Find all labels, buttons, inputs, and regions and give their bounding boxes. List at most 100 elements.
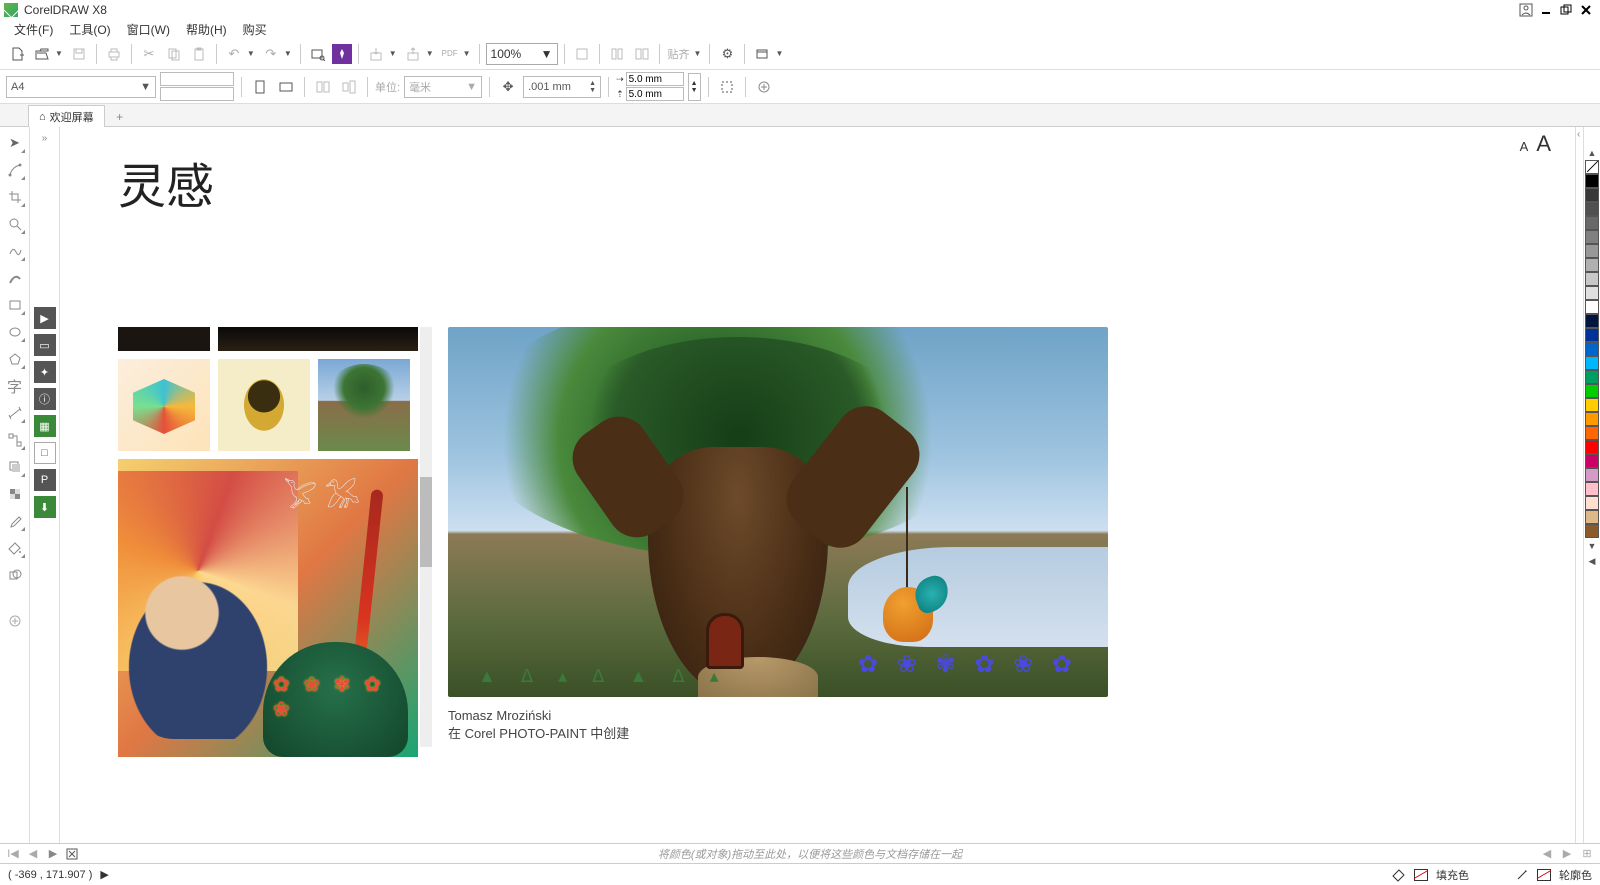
swatch-00b7ff[interactable] [1585, 356, 1599, 370]
swatch-00163f[interactable] [1585, 314, 1599, 328]
portrait-button[interactable] [249, 76, 271, 98]
dockers-button[interactable] [631, 43, 653, 65]
unit-combo[interactable]: 毫米▼ [404, 76, 482, 98]
undo-button[interactable]: ↶ [223, 43, 245, 65]
thumb-3[interactable] [118, 359, 210, 451]
current-page-button[interactable] [338, 76, 360, 98]
swatch-0066cc[interactable] [1585, 342, 1599, 356]
hscroll-right-button[interactable]: ▶ [1560, 847, 1574, 860]
quick-customize-button[interactable] [5, 611, 25, 631]
docker-collapse-handle[interactable] [1575, 127, 1583, 843]
zoom-level-combo[interactable]: 100%▼ [486, 43, 558, 65]
import-button[interactable] [365, 43, 387, 65]
thumb-1[interactable] [118, 327, 210, 351]
panel-gallery-icon[interactable]: ▦ [34, 415, 56, 437]
palette-up-icon[interactable]: ▲ [1588, 148, 1597, 158]
snap-label[interactable]: 贴齐 [666, 46, 692, 62]
panel-page-icon[interactable]: □ [34, 442, 56, 464]
panel-download-icon[interactable]: ⬇ [34, 496, 56, 518]
palette-down-icon[interactable]: ▼ [1588, 541, 1597, 551]
menu-window[interactable]: 窗口(W) [121, 20, 176, 38]
swatch-00cc00[interactable] [1585, 384, 1599, 398]
page-next-button[interactable]: ▶ [46, 847, 60, 860]
menu-tools[interactable]: 工具(O) [63, 20, 116, 38]
save-button[interactable] [68, 43, 90, 65]
swatch-505050[interactable] [1585, 202, 1599, 216]
thumb-2[interactable] [218, 327, 418, 351]
fill-swatch[interactable] [1414, 869, 1428, 881]
crop-tool[interactable] [5, 187, 25, 207]
ellipse-tool[interactable] [5, 322, 25, 342]
artistic-media-tool[interactable] [5, 268, 25, 288]
swatch-ffe0d0[interactable] [1585, 496, 1599, 510]
pdf-dropdown-icon[interactable]: ▼ [461, 49, 473, 58]
menu-buy[interactable]: 购买 [237, 20, 273, 38]
swatch-none[interactable] [1585, 160, 1599, 174]
page-height-input[interactable] [160, 87, 234, 101]
swatch-deb887[interactable] [1585, 510, 1599, 524]
page-size-combo[interactable]: A4▼ [6, 76, 156, 98]
export-button[interactable] [402, 43, 424, 65]
smart-fill-tool[interactable] [5, 565, 25, 585]
panel-info-icon[interactable]: ⓘ [34, 388, 56, 410]
copy-button[interactable] [163, 43, 185, 65]
shape-tool[interactable] [5, 160, 25, 180]
publish-pdf-button[interactable]: PDF [439, 43, 461, 65]
import-dropdown-icon[interactable]: ▼ [387, 49, 399, 58]
swatch-003399[interactable] [1585, 328, 1599, 342]
print-button[interactable] [103, 43, 125, 65]
zoom-tool[interactable] [5, 214, 25, 234]
swatch-cc0066[interactable] [1585, 454, 1599, 468]
eyedropper-tool[interactable] [5, 511, 25, 531]
drop-shadow-tool[interactable] [5, 457, 25, 477]
new-tab-button[interactable]: + [111, 108, 129, 126]
all-pages-button[interactable] [312, 76, 334, 98]
palette-flyout-icon[interactable]: ◀ [1589, 556, 1596, 567]
fullscreen-button[interactable] [571, 43, 593, 65]
swatch-d49bc6[interactable] [1585, 468, 1599, 482]
navigator-button[interactable]: ⊞ [1580, 847, 1594, 860]
hscroll-left-button[interactable]: ◀ [1540, 847, 1554, 860]
menu-file[interactable]: 文件(F) [8, 20, 59, 38]
feature-image[interactable]: ✿ ❀ ✾ ✿ ❀ ✿ ▲ ᐃ ▴ ᐃ ▲ ᐃ ▴ [448, 327, 1108, 697]
swatch-ffcc00[interactable] [1585, 398, 1599, 412]
swatch-b0b0b0[interactable] [1585, 258, 1599, 272]
text-tool[interactable]: 字 [5, 376, 25, 396]
page-first-button[interactable]: I◀ [6, 847, 20, 860]
thumb-6[interactable]: 𓅯 𓅮 [118, 459, 418, 757]
redo-button[interactable]: ↷ [260, 43, 282, 65]
maximize-button[interactable] [1556, 2, 1576, 18]
expand-handle-icon[interactable]: » [42, 133, 48, 137]
thumb-scrollbar[interactable] [420, 327, 432, 747]
options-button[interactable]: ⚙ [716, 43, 738, 65]
minimize-button[interactable] [1536, 2, 1556, 18]
add-preset-button[interactable] [753, 76, 775, 98]
scrollbar-thumb[interactable] [420, 477, 432, 567]
page-prev-button[interactable]: ◀ [26, 847, 40, 860]
close-button[interactable] [1576, 2, 1596, 18]
export-dropdown-icon[interactable]: ▼ [424, 49, 436, 58]
swatch-ff6600[interactable] [1585, 426, 1599, 440]
tab-welcome[interactable]: ⌂ 欢迎屏幕 [28, 105, 105, 127]
app-launcher-dropdown-icon[interactable]: ▼ [773, 49, 785, 58]
undo-dropdown-icon[interactable]: ▼ [245, 49, 257, 58]
status-next-button[interactable]: ▶ [100, 868, 108, 881]
freehand-tool[interactable] [5, 241, 25, 261]
panel-monitor-icon[interactable]: ▭ [34, 334, 56, 356]
page-width-input[interactable] [160, 72, 234, 86]
pick-tool[interactable]: ➤ [5, 133, 25, 153]
connector-tool[interactable] [5, 430, 25, 450]
nudge-input[interactable]: .001 mm▲▼ [523, 76, 601, 98]
parallel-dim-tool[interactable] [5, 403, 25, 423]
outline-swatch[interactable] [1537, 869, 1551, 881]
dup-x-input[interactable] [626, 72, 684, 86]
swatch-8b5a2b[interactable] [1585, 524, 1599, 538]
app-launcher-button[interactable] [751, 43, 773, 65]
panel-star-icon[interactable]: ✦ [34, 361, 56, 383]
swatch-383838[interactable] [1585, 188, 1599, 202]
swatch-e0e0e0[interactable] [1585, 286, 1599, 300]
page-close-icon[interactable] [66, 848, 80, 860]
menu-help[interactable]: 帮助(H) [180, 20, 233, 38]
rectangle-tool[interactable] [5, 295, 25, 315]
snap-dropdown-icon[interactable]: ▼ [692, 49, 704, 58]
